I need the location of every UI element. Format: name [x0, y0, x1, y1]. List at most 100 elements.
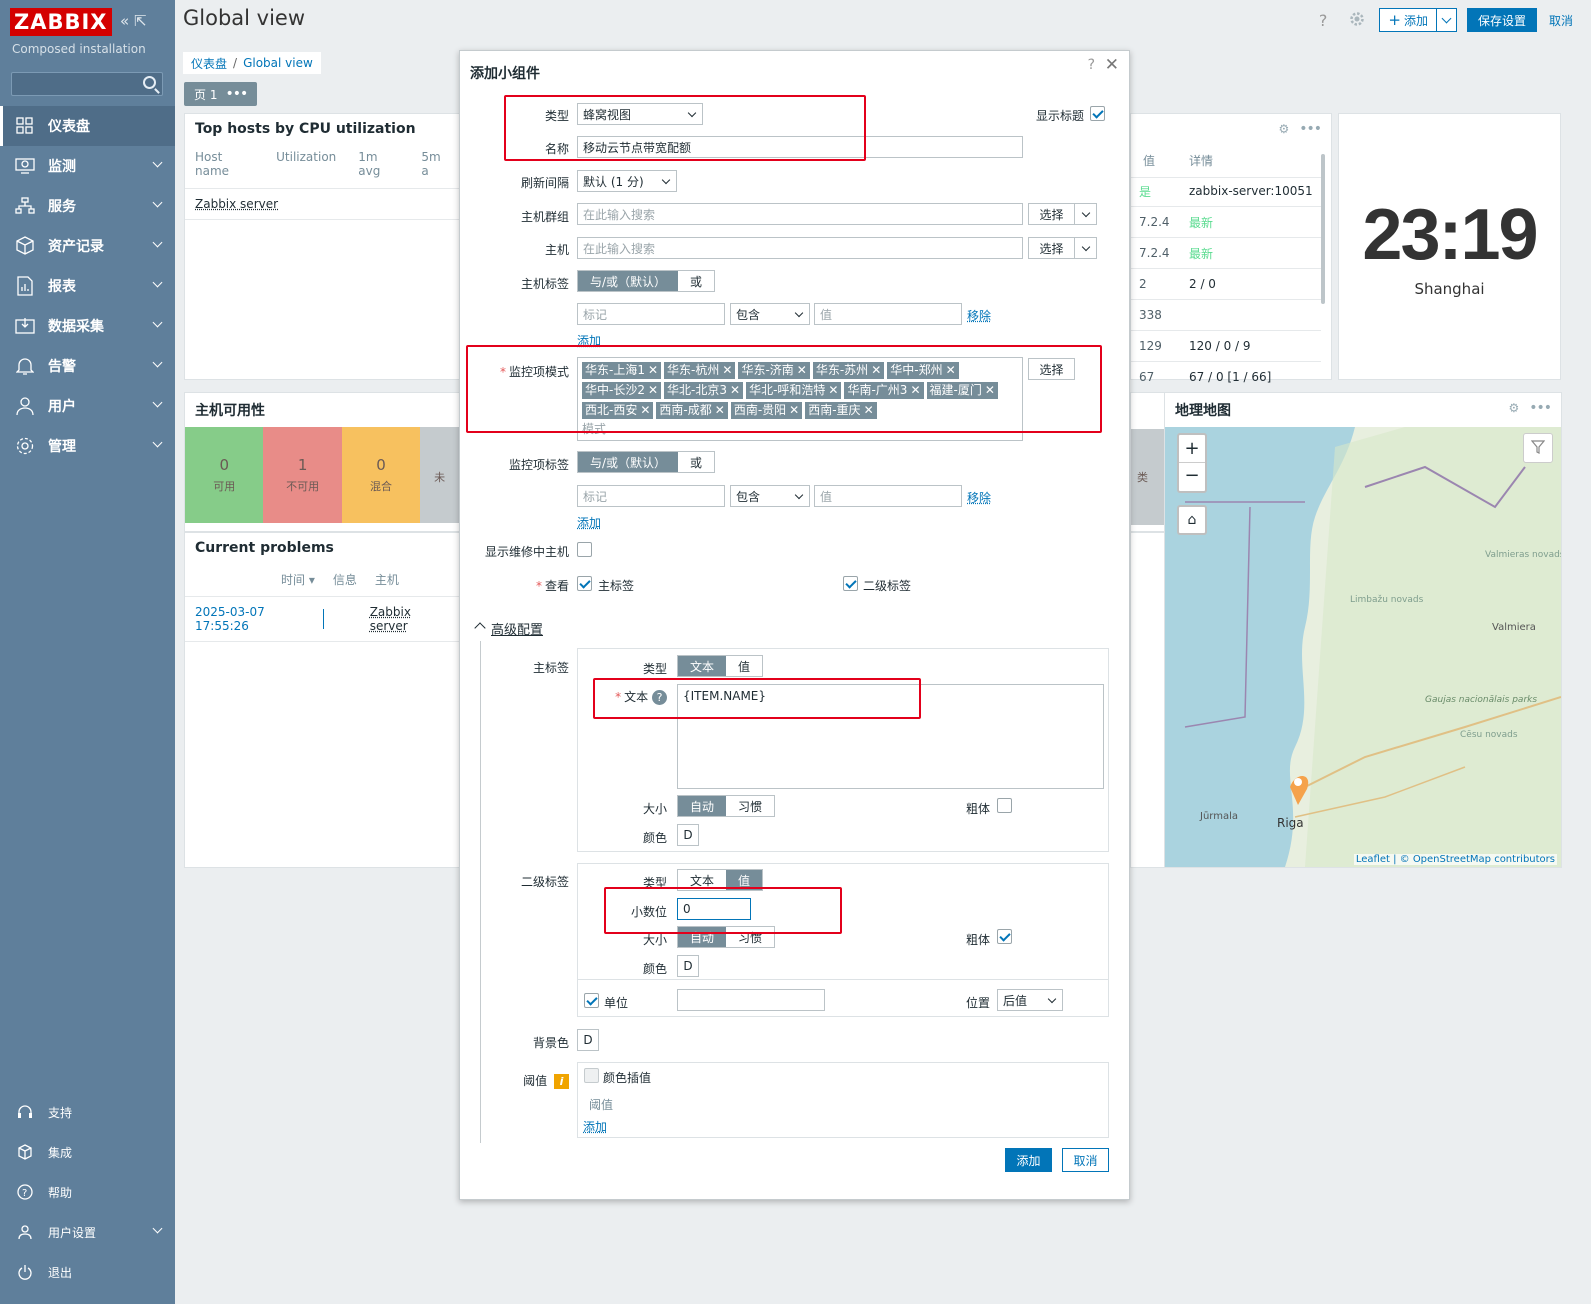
more-icon[interactable]: ••• — [225, 87, 248, 101]
value-option[interactable]: 值 — [726, 656, 763, 676]
itemtag-add-link[interactable]: 添加 — [577, 514, 601, 531]
chevron-up-icon[interactable] — [474, 622, 486, 634]
mixed-cell[interactable]: 0 混合 — [341, 427, 421, 523]
sidebar-item-signout[interactable]: 退出 — [0, 1252, 175, 1292]
scrollbar[interactable] — [1321, 154, 1325, 304]
primary-bold-checkbox[interactable] — [997, 798, 1012, 813]
hosttag-name-input[interactable]: 标记 — [577, 303, 725, 325]
itemtag-operator-select[interactable]: 包含 — [730, 485, 810, 507]
unit-input[interactable] — [677, 989, 825, 1011]
more-icon[interactable]: ••• — [1299, 122, 1322, 136]
sidebar-item-monitoring[interactable]: 监测 — [0, 146, 175, 186]
dialog-add-button[interactable]: 添加 — [1005, 1148, 1052, 1172]
host-link[interactable]: Zabbix server — [195, 197, 278, 211]
sidebar-item-users[interactable]: 用户 — [0, 386, 175, 426]
home-button[interactable]: ⌂ — [1177, 505, 1207, 535]
bg-color-picker[interactable]: D — [577, 1029, 599, 1051]
value-cell: 2 — [1139, 277, 1147, 291]
help-icon[interactable]: ? — [1088, 57, 1095, 73]
itemtag-name-input[interactable]: 标记 — [577, 485, 725, 507]
sidebar-item-data-collection[interactable]: 数据采集 — [0, 306, 175, 346]
itemtag-remove-link[interactable]: 移除 — [967, 489, 991, 506]
gear-icon[interactable]: ⚙ — [1508, 401, 1519, 415]
available-cell[interactable]: 0 可用 — [185, 427, 264, 523]
primary-label-checkbox[interactable] — [577, 576, 592, 591]
advanced-config-toggle[interactable]: 高级配置 — [491, 619, 543, 638]
info-icon[interactable]: i — [554, 1074, 569, 1089]
more-icon[interactable]: ••• — [1529, 401, 1552, 415]
unknown-cell[interactable]: 未 — [420, 427, 459, 523]
map-canvas[interactable]: Valmieras novads Limbažu novads Valmiera… — [1165, 427, 1561, 867]
column-header[interactable]: 信息 — [333, 571, 357, 588]
host-link[interactable]: Zabbix server — [370, 605, 449, 633]
sidebar-item-user-settings[interactable]: 用户设置 — [0, 1212, 175, 1252]
breadcrumb-current[interactable]: Global view — [243, 56, 313, 70]
hostgroup-input[interactable]: 在此输入搜索 — [577, 203, 1023, 225]
filter-button[interactable] — [1523, 433, 1553, 463]
secondary-label-checkbox[interactable] — [843, 576, 858, 591]
or-option[interactable]: 或 — [678, 452, 715, 472]
column-header[interactable]: 主机 — [375, 571, 399, 588]
close-icon[interactable]: ✕ — [1105, 55, 1119, 75]
add-dropdown-button[interactable] — [1435, 8, 1457, 32]
gear-icon[interactable]: ⚙ — [1278, 122, 1289, 136]
help-icon[interactable]: ? — [1319, 11, 1328, 30]
hostgroup-select-button[interactable]: 选择 — [1028, 203, 1075, 225]
gear-icon[interactable] — [1349, 11, 1365, 30]
sidebar-item-alerts[interactable]: 告警 — [0, 346, 175, 386]
itemtag-value-input[interactable]: 值 — [814, 485, 962, 507]
auto-option[interactable]: 自动 — [678, 796, 727, 816]
custom-option[interactable]: 习惯 — [726, 796, 775, 816]
column-header[interactable]: 5m a — [421, 150, 449, 178]
sidebar-item-support[interactable]: 支持 — [0, 1092, 175, 1132]
threshold-add-link[interactable]: 添加 — [583, 1118, 607, 1135]
andor-option[interactable]: 与/或（默认） — [578, 271, 679, 291]
save-settings-button[interactable]: 保存设置 — [1466, 8, 1537, 32]
zoom-in-button[interactable]: + — [1179, 435, 1205, 463]
sidebar-search-input[interactable] — [11, 72, 163, 96]
sidebar-item-dashboard[interactable]: 仪表盘 — [0, 106, 175, 146]
or-option[interactable]: 或 — [678, 271, 715, 291]
secondary-color-picker[interactable]: D — [677, 955, 699, 977]
problem-time-link[interactable]: 2025-03-07 17:55:26 — [195, 605, 317, 633]
andor-option[interactable]: 与/或（默认） — [578, 452, 679, 472]
show-title-checkbox[interactable] — [1090, 106, 1105, 121]
maintenance-checkbox[interactable] — [577, 542, 592, 557]
sidebar-item-inventory[interactable]: 资产记录 — [0, 226, 175, 266]
cancel-edit-link[interactable]: 取消 — [1549, 12, 1573, 29]
search-icon[interactable] — [143, 76, 156, 89]
column-header[interactable]: 时间 ▾ — [281, 571, 315, 588]
hosttag-operator-select[interactable]: 包含 — [730, 303, 810, 325]
column-header[interactable]: Host name — [195, 150, 254, 178]
breadcrumb-root[interactable]: 仪表盘 — [191, 55, 227, 72]
sidebar-item-reports[interactable]: 报表 — [0, 266, 175, 306]
dialog-cancel-button[interactable]: 取消 — [1062, 1148, 1109, 1172]
primary-color-picker[interactable]: D — [677, 824, 699, 846]
map-attribution[interactable]: Leaflet | © OpenStreetMap contributors — [1353, 854, 1557, 865]
dashboard-page-tab[interactable]: 页 1 ••• — [184, 82, 258, 106]
refresh-interval-select[interactable]: 默认 (1 分) — [577, 170, 677, 192]
text-option[interactable]: 文本 — [678, 656, 727, 676]
sidebar-item-help[interactable]: ? 帮助 — [0, 1172, 175, 1212]
column-header[interactable]: 1m avg — [358, 150, 399, 178]
add-widget-button[interactable]: + 添加 — [1379, 8, 1437, 32]
hostgroup-dropdown-button[interactable] — [1074, 203, 1097, 225]
host-select-button[interactable]: 选择 — [1028, 237, 1075, 259]
sidebar-item-administration[interactable]: 管理 — [0, 426, 175, 466]
collapse-sidebar-icon[interactable]: « ⇱ — [120, 12, 147, 30]
hosttag-remove-link[interactable]: 移除 — [967, 307, 991, 324]
host-dropdown-button[interactable] — [1074, 237, 1097, 259]
unit-position-select[interactable]: 后值 — [997, 989, 1063, 1011]
host-input[interactable]: 在此输入搜索 — [577, 237, 1023, 259]
color-interpolation-checkbox[interactable] — [584, 1068, 599, 1083]
sidebar-item-integrations[interactable]: 集成 — [0, 1132, 175, 1172]
hosttag-value-input[interactable]: 值 — [814, 303, 962, 325]
unit-checkbox[interactable] — [584, 993, 599, 1008]
column-header[interactable]: Utilization — [276, 150, 336, 178]
unavailable-cell[interactable]: 1 不可用 — [263, 427, 342, 523]
zoom-out-button[interactable]: − — [1179, 463, 1205, 491]
zabbix-logo[interactable]: ZABBIX — [10, 8, 112, 36]
secondary-bold-checkbox[interactable] — [997, 929, 1012, 944]
sidebar-item-services[interactable]: 服务 — [0, 186, 175, 226]
label: 不可用 — [286, 480, 320, 493]
